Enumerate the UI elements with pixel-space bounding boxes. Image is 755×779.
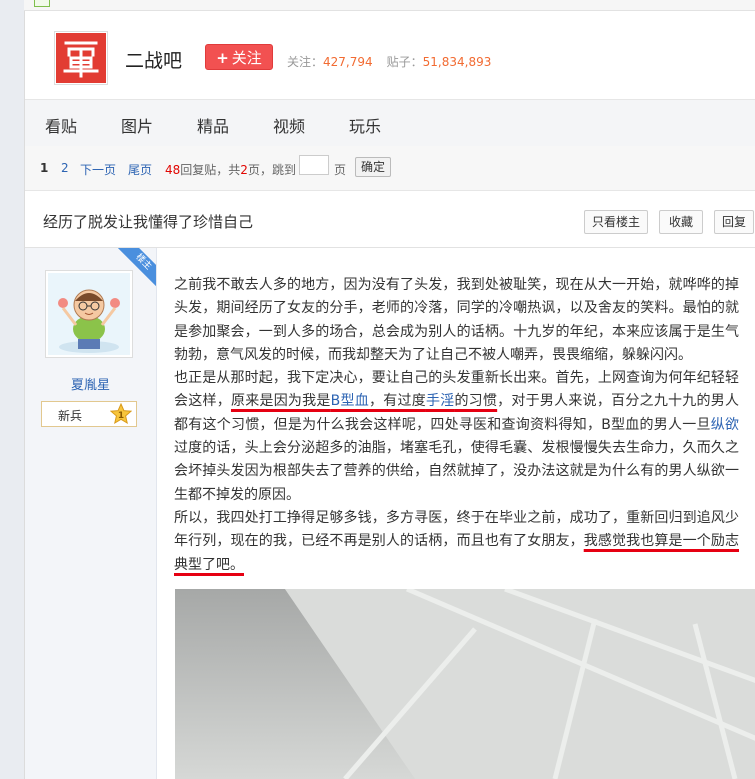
follow-label: 关注 xyxy=(231,49,262,67)
tab-videos[interactable]: 视频 xyxy=(273,113,305,137)
highlighted-text: ，有过度 xyxy=(368,393,426,410)
post-paragraph-2: 也正是从那时起，我下定决心，要让自己的头发重新长出来。首先，上网查询为何年纪轻轻… xyxy=(174,367,739,507)
reply-count: 48 xyxy=(165,163,181,177)
pagination-bar: 1 2 下一页 尾页 48回复贴，共2页，跳到 页 确定 xyxy=(25,146,755,191)
only-op-button[interactable]: 只看楼主 xyxy=(584,210,648,234)
plus-icon: + xyxy=(216,49,229,67)
author-username[interactable]: 夏胤星 xyxy=(25,374,156,393)
page-unit-label: 页 xyxy=(334,163,347,177)
keyword-link[interactable]: 手淫 xyxy=(426,393,454,409)
rank-label: 新兵 xyxy=(58,409,83,423)
posts-label: 贴子： xyxy=(386,55,423,69)
author-panel: 夏胤星 新兵 1 xyxy=(25,248,157,779)
total-pages: 2 xyxy=(240,163,248,177)
author-level: 新兵 1 xyxy=(41,401,137,427)
highlighted-text: 原来是因为我是 xyxy=(230,393,331,410)
top-strip-marker xyxy=(34,0,50,7)
level-star-icon: 1 xyxy=(109,402,133,429)
top-strip xyxy=(24,0,755,11)
forum-logo[interactable] xyxy=(54,31,108,85)
last-page-link[interactable]: 尾页 xyxy=(128,161,152,178)
keyword-link[interactable]: B型血 xyxy=(331,393,369,409)
level-number: 1 xyxy=(118,411,124,421)
op-badge-label: 楼主 xyxy=(118,248,156,286)
thread-title-bar: 经历了脱发让我懂得了珍惜自己 只看楼主 收藏 回复 xyxy=(25,191,755,248)
tab-posts[interactable]: 看贴 xyxy=(45,113,77,137)
reply-button[interactable]: 回复 xyxy=(714,210,754,234)
keyword-link[interactable]: 纵欲 xyxy=(711,417,739,433)
follow-button[interactable]: + 关注 xyxy=(205,44,273,70)
followers-label: 关注： xyxy=(287,55,324,69)
tab-featured[interactable]: 精品 xyxy=(197,113,229,137)
forum-stats: 关注：427,794 贴子：51,834,893 xyxy=(287,53,491,70)
post-text: 过度的话，头上会分泌超多的油脂，堵塞毛孔，使得毛囊、发根慢慢失去生命力，久而久之… xyxy=(174,440,739,503)
post-paragraph-1: 之前我不敢去人多的地方，因为没有了头发，我到处被耻笑，现在从大一开始，就哗哗的掉… xyxy=(174,277,739,363)
page-container: 二战吧 + 关注 关注：427,794 贴子：51,834,893 看贴 图片 精品… xyxy=(24,11,755,779)
page-2-link[interactable]: 2 xyxy=(61,161,69,175)
jump-confirm-button[interactable]: 确定 xyxy=(355,157,391,177)
page-jump-input[interactable] xyxy=(299,155,329,175)
tab-fun[interactable]: 玩乐 xyxy=(349,113,381,137)
forum-name[interactable]: 二战吧 xyxy=(125,46,182,73)
tab-images[interactable]: 图片 xyxy=(121,113,153,137)
reply-summary: 48回复贴，共2页，跳到 xyxy=(165,161,296,178)
op-badge: 楼主 xyxy=(118,248,156,286)
post-content: 之前我不敢去人多的地方，因为没有了头发，我到处被耻笑，现在从大一开始，就哗哗的掉… xyxy=(174,274,739,577)
forum-nav: 看贴 图片 精品 视频 玩乐 xyxy=(25,99,755,147)
reply-count-label: 回复贴，共 xyxy=(180,163,241,177)
next-page-link[interactable]: 下一页 xyxy=(80,161,116,178)
favorite-button[interactable]: 收藏 xyxy=(659,210,703,234)
page-current: 1 xyxy=(40,161,49,175)
post-paragraph-3: 所以，我四处打工挣得足够多钱，多方寻医，终于在毕业之前，成功了，重新回归到追风少… xyxy=(174,507,739,577)
forum-header: 二战吧 + 关注 关注：427,794 贴子：51,834,893 xyxy=(25,11,755,99)
posts-count: 51,834,893 xyxy=(422,55,492,69)
followers-count: 427,794 xyxy=(323,55,373,69)
forum-logo-icon xyxy=(56,33,106,83)
thread-title: 经历了脱发让我懂得了珍惜自己 xyxy=(43,213,254,231)
highlighted-text: 的习惯 xyxy=(454,393,498,410)
post-image[interactable] xyxy=(175,589,755,779)
jump-label: 页，跳到 xyxy=(247,163,296,177)
